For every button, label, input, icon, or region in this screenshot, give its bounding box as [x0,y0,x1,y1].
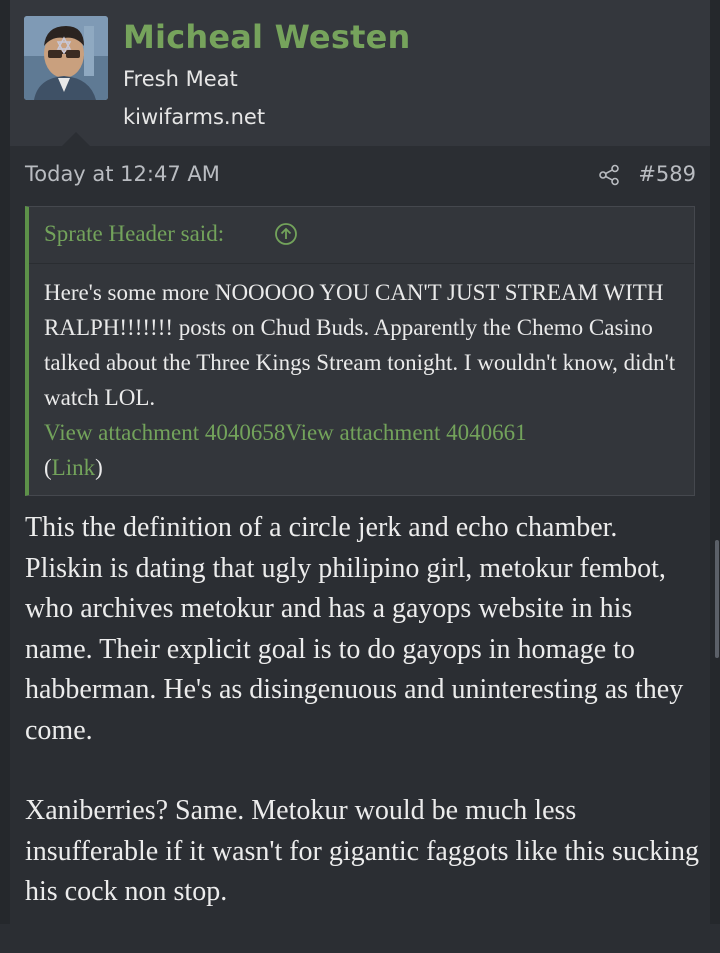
page-right-edge [710,0,720,924]
avatar-image [24,16,108,100]
post-body: This the definition of a circle jerk and… [25,508,700,953]
message-pointer [62,132,90,146]
user-title: Fresh Meat [123,67,238,91]
link-close-paren: ) [95,455,103,480]
quote-header: Sprate Header said: [29,207,694,264]
user-site: kiwifarms.net [123,105,266,129]
arrow-up-circle-icon[interactable] [274,222,298,246]
attachment-link-1[interactable]: View attachment 4040658 [44,420,285,445]
scrollbar-thumb[interactable] [715,540,719,658]
post-paragraph: Xaniberries? Same. Metokur would be much… [25,795,700,907]
source-link[interactable]: Link [52,455,95,480]
post-date[interactable]: Today at 12:47 AM [25,162,220,186]
avatar[interactable] [24,16,108,100]
post-meta-bar: Today at 12:47 AM #589 [25,162,696,192]
quote-author[interactable]: Sprate Header said: [44,221,224,247]
post-paragraph: This the definition of a circle jerk and… [25,512,684,746]
page-left-edge [0,0,10,924]
quote-block: Sprate Header said: Here's some more NOO… [25,206,695,496]
quote-text: Here's some more NOOOOO YOU CAN'T JUST S… [44,280,676,410]
attachment-link-2[interactable]: View attachment 4040661 [285,420,526,445]
post-number[interactable]: #589 [638,162,696,186]
quote-body: Here's some more NOOOOO YOU CAN'T JUST S… [44,275,689,485]
share-icon[interactable] [598,164,620,186]
username[interactable]: Micheal Westen [123,18,410,56]
link-open-paren: ( [44,455,52,480]
user-info-block: Micheal Westen Fresh Meat kiwifarms.net [10,0,710,146]
